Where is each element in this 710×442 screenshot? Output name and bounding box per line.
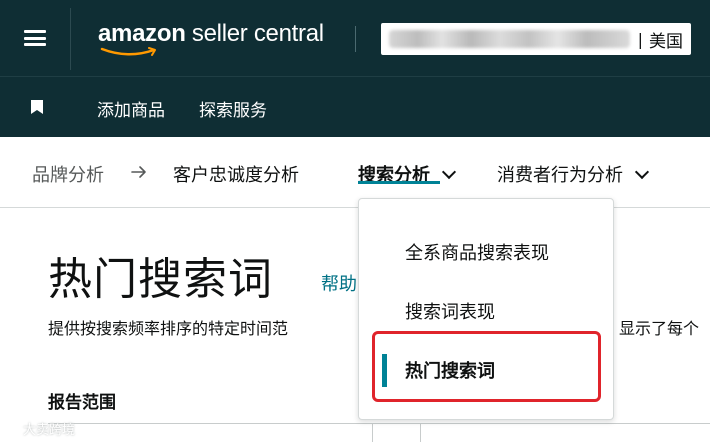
menu-item-catalog-performance[interactable]: 全系商品搜索表现 — [405, 239, 549, 265]
account-separator: | — [637, 29, 643, 49]
watermark-logo-icon — [4, 421, 20, 435]
nav-link-explore-services[interactable]: 探索服务 — [199, 96, 267, 121]
blurred-account-name — [389, 30, 630, 48]
tab-consumer-behavior[interactable]: 消费者行为分析 — [497, 161, 650, 187]
watermark-text: 大卖跨境 — [23, 423, 76, 438]
header-divider-2 — [355, 26, 356, 52]
seller-central-logo[interactable]: amazon seller central — [98, 20, 324, 56]
bookmark-icon[interactable] — [31, 100, 43, 114]
help-link[interactable]: 帮助 — [321, 270, 357, 296]
top-header: amazon seller central | 美国 — [0, 0, 710, 76]
menu-item-search-query-performance[interactable]: 搜索词表现 — [405, 298, 495, 324]
report-range-field-edge — [372, 424, 373, 442]
report-range-divider — [48, 423, 710, 424]
page-description: 提供按搜索频率排序的特定时间范 — [48, 319, 289, 338]
annotation-highlight-box — [372, 331, 601, 402]
page-title: 热门搜索词 — [48, 254, 273, 305]
header-divider — [70, 8, 71, 70]
logo-product-text: seller central — [185, 20, 324, 47]
logo-brand-text: amazon — [98, 20, 186, 47]
breadcrumb-customer-loyalty[interactable]: 客户忠诚度分析 — [173, 161, 299, 187]
nav-link-add-product[interactable]: 添加商品 — [97, 96, 165, 121]
secondary-nav-bar: 添加商品 探索服务 — [0, 76, 710, 137]
active-tab-underline — [358, 181, 440, 184]
page-description-right: 显示了每个 — [619, 319, 700, 338]
chevron-down-icon — [441, 164, 457, 180]
account-switcher[interactable]: | 美国 — [381, 23, 691, 55]
tab-consumer-behavior-label: 消费者行为分析 — [497, 165, 623, 186]
watermark: 大卖跨境 — [4, 419, 75, 438]
arrow-right-icon — [131, 166, 146, 178]
report-range-label: 报告范围 — [48, 393, 116, 413]
hamburger-icon[interactable] — [14, 24, 60, 52]
account-country: 美国 — [649, 31, 683, 52]
breadcrumb-brand-analytics[interactable]: 品牌分析 — [32, 161, 104, 187]
chevron-down-icon — [634, 164, 650, 180]
report-range-field-edge-2 — [420, 424, 421, 442]
amazon-smile-icon — [100, 47, 156, 56]
